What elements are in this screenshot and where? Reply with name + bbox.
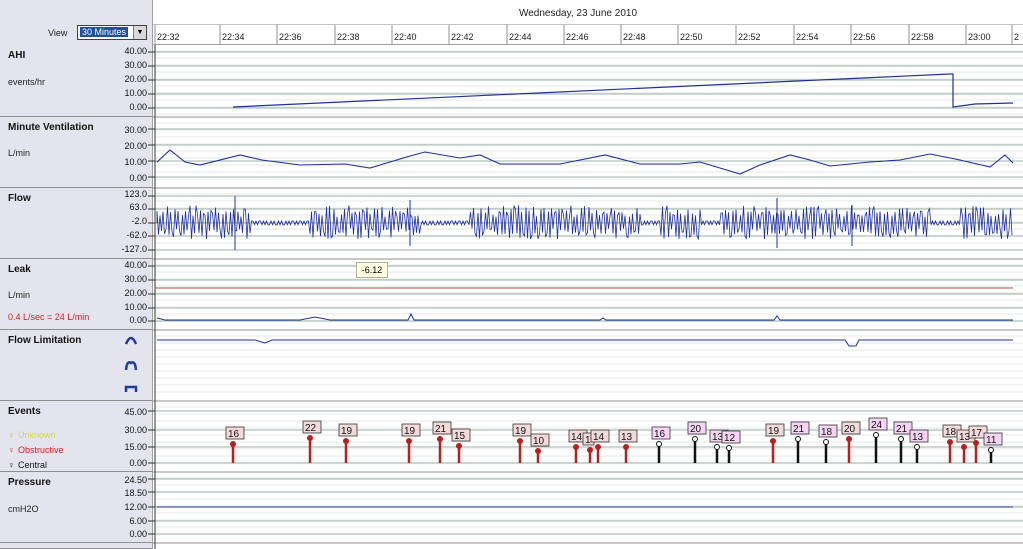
event-marker-head xyxy=(307,435,313,441)
event-marker-head xyxy=(230,441,236,447)
event-value-label: 13 xyxy=(621,432,633,443)
minute-ventilation-trace xyxy=(156,149,1014,175)
event-value-label: 18 xyxy=(945,427,957,438)
event-marker-head xyxy=(988,447,994,453)
event-marker-head xyxy=(406,438,412,444)
event-marker-head xyxy=(623,444,629,450)
event-marker-head xyxy=(456,443,462,449)
time-tick-label: 22:42 xyxy=(451,32,474,42)
event-marker-head xyxy=(973,440,979,446)
time-tick-label: 22:44 xyxy=(509,32,532,42)
event-marker-head xyxy=(595,444,601,450)
time-tick-label: 23:00 xyxy=(968,32,991,42)
event-marker-head xyxy=(714,444,720,450)
event-value-label: 12 xyxy=(724,433,736,444)
event-marker-head xyxy=(726,445,732,451)
event-marker-head xyxy=(898,436,904,442)
graph-area: 22:32 22:34 22:36 22:38 22:40 22:42 22:44 22:46… xyxy=(148,25,1023,549)
event-marker-head xyxy=(961,444,967,450)
event-marker-head xyxy=(947,439,953,445)
event-value-label: 22 xyxy=(305,423,317,434)
event-value-label: 21 xyxy=(793,424,805,435)
event-value-label: 13 xyxy=(912,432,924,443)
event-value-label: 15 xyxy=(454,431,466,442)
event-value-label: 16 xyxy=(654,429,666,440)
time-tick-label: 22:46 xyxy=(566,32,589,42)
event-value-label: 14 xyxy=(571,432,583,443)
event-marker-head xyxy=(846,436,852,442)
time-tick-label: 22:58 xyxy=(911,32,934,42)
time-tick-label: 22:40 xyxy=(394,32,417,42)
event-value-label: 19 xyxy=(768,426,780,437)
event-value-label: 10 xyxy=(533,436,545,447)
event-value-label: 14 xyxy=(593,432,605,443)
event-value-label: 19 xyxy=(404,426,416,437)
time-tick-label: 22:52 xyxy=(738,32,761,42)
event-value-label: 20 xyxy=(690,424,702,435)
event-marker-head xyxy=(437,436,443,442)
event-value-label: 19 xyxy=(341,426,353,437)
event-value-label: 20 xyxy=(844,424,856,435)
time-tick-label: 2 xyxy=(1014,32,1019,42)
time-tick-label: 22:36 xyxy=(279,32,302,42)
value-tooltip: -6.12 xyxy=(356,262,388,278)
time-tick-label: 22:54 xyxy=(796,32,819,42)
time-tick-label: 22:56 xyxy=(853,32,876,42)
time-tick-label: 22:34 xyxy=(222,32,245,42)
event-value-label: 19 xyxy=(515,426,527,437)
event-marker-head xyxy=(656,441,662,447)
event-marker-head xyxy=(873,432,879,438)
event-value-label: 18 xyxy=(821,427,833,438)
event-marker-head xyxy=(343,438,349,444)
event-marker-head xyxy=(914,444,920,450)
event-marker-head xyxy=(573,444,579,450)
time-tick-label: 22:38 xyxy=(337,32,360,42)
event-value-label: 24 xyxy=(871,420,883,431)
event-value-label: 21 xyxy=(435,424,447,435)
event-marker-head xyxy=(795,436,801,442)
leak-trace xyxy=(156,312,1013,321)
event-value-label: 1 xyxy=(585,435,591,446)
event-value-label: 16 xyxy=(228,429,240,440)
event-marker-head xyxy=(535,448,541,454)
event-marker-head xyxy=(587,447,593,453)
event-marker-head xyxy=(517,438,523,444)
event-marker-head xyxy=(692,436,698,442)
event-value-label: 11 xyxy=(986,435,997,446)
event-marker-head xyxy=(823,439,829,445)
event-value-label: 21 xyxy=(896,424,908,435)
time-tick-label: 22:50 xyxy=(680,32,703,42)
event-marker-head xyxy=(770,438,776,444)
time-tick-label: 22:48 xyxy=(623,32,646,42)
time-tick-label: 22:32 xyxy=(157,32,180,42)
event-value-label: 17 xyxy=(971,428,983,439)
